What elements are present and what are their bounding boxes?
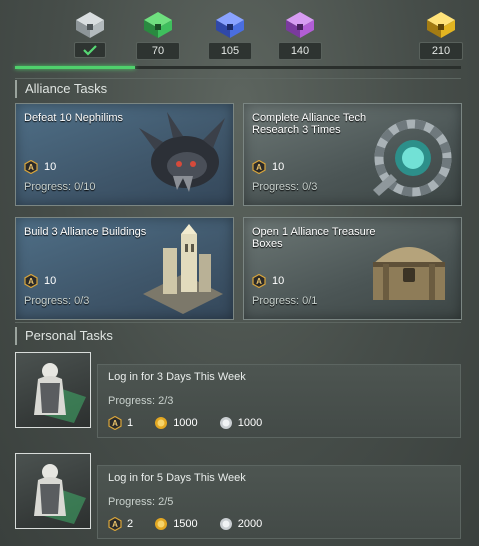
alliance-task-card-defeat-nephilims[interactable]: Defeat 10 Nephilims A 10 Progress: 0/10: [15, 103, 234, 206]
chest-icon: [427, 12, 455, 38]
alliance-point-icon: A: [252, 160, 266, 175]
milestone-progress-track: [15, 66, 461, 69]
task-reward: A 10: [252, 160, 285, 175]
alliance-task-card-build-buildings[interactable]: Build 3 Alliance Buildings A 10 Progress…: [15, 217, 234, 320]
task-reward: A 10: [24, 160, 57, 175]
task-reward-value: 10: [44, 161, 57, 173]
silver-coin-icon: [219, 416, 233, 430]
chest-icon: [216, 12, 244, 38]
personal-task-login-3-days[interactable]: Log in for 3 Days This Week Progress: 2/…: [15, 352, 461, 442]
personal-task-panel: Log in for 5 Days This Week Progress: 2/…: [97, 465, 461, 539]
svg-text:A: A: [28, 277, 34, 286]
milestone-chest-4[interactable]: 210: [411, 6, 471, 60]
chest-icon: [76, 12, 104, 38]
svg-text:A: A: [256, 163, 262, 172]
tech-gear-icon: [373, 119, 452, 197]
task-title: Log in for 5 Days This Week: [108, 472, 246, 484]
reward-value: 1000: [237, 417, 263, 429]
svg-text:A: A: [28, 163, 34, 172]
alliance-point-icon: A: [108, 517, 122, 532]
chest-icon: [286, 12, 314, 38]
section-divider: [15, 322, 461, 323]
task-reward: A 10: [24, 274, 57, 289]
task-title: Log in for 3 Days This Week: [108, 371, 246, 383]
commander-avatar-icon: [15, 352, 91, 428]
milestone-points-badge: 70: [136, 42, 180, 60]
task-rewards: A1 1000 1000: [108, 416, 280, 431]
task-rewards: A2 1500 2000: [108, 517, 280, 532]
milestone-claimed-badge: [74, 42, 106, 58]
alliance-point-icon: A: [24, 160, 38, 175]
personal-task-panel: Log in for 3 Days This Week Progress: 2/…: [97, 364, 461, 438]
reward-silver: 2000: [219, 517, 262, 531]
alliance-building-icon: [143, 224, 223, 314]
checkmark-icon: [83, 45, 97, 56]
reward-value: 2: [127, 518, 134, 530]
task-reward-value: 10: [44, 275, 57, 287]
milestone-points-badge: 140: [278, 42, 322, 60]
commander-avatar-icon: [15, 453, 91, 529]
personal-tasks-heading: Personal Tasks: [15, 327, 113, 345]
milestone-points-badge: 210: [419, 42, 463, 60]
gold-coin-icon: [154, 416, 168, 430]
alliance-point-icon: A: [24, 274, 38, 289]
reward-gold: 1000: [154, 416, 198, 430]
milestone-points-badge: 105: [208, 42, 252, 60]
svg-text:A: A: [112, 520, 118, 529]
task-reward: A 10: [252, 274, 285, 289]
svg-text:A: A: [256, 277, 262, 286]
silver-coin-icon: [219, 517, 233, 531]
reward-value: 1000: [173, 417, 198, 429]
milestone-chest-0[interactable]: [60, 6, 120, 62]
alliance-task-card-tech-research[interactable]: Complete Alliance Tech Research 3 Times …: [243, 103, 462, 206]
milestone-progress-fill: [15, 66, 136, 69]
task-progress: Progress: 0/3: [252, 181, 318, 193]
reward-gold: 1500: [154, 517, 198, 531]
milestone-chest-1[interactable]: 70: [128, 6, 188, 60]
task-progress: Progress: 2/5: [108, 496, 174, 508]
milestone-chest-3[interactable]: 140: [270, 6, 330, 60]
treasure-box-icon: [373, 247, 445, 300]
task-progress: Progress: 0/3: [24, 295, 90, 307]
svg-text:A: A: [112, 419, 118, 428]
reward-alliance-points: A1: [108, 416, 134, 431]
alliance-point-icon: A: [108, 416, 122, 431]
milestone-chest-2[interactable]: 105: [200, 6, 260, 60]
reward-silver: 1000: [219, 416, 262, 430]
task-progress: Progress: 0/10: [24, 181, 96, 193]
gold-coin-icon: [154, 517, 168, 531]
personal-task-login-5-days[interactable]: Log in for 5 Days This Week Progress: 2/…: [15, 453, 461, 543]
alliance-tasks-heading: Alliance Tasks: [15, 80, 107, 98]
task-progress: Progress: 2/3: [108, 395, 174, 407]
section-divider: [15, 78, 461, 79]
reward-value: 1: [127, 417, 134, 429]
task-reward-value: 10: [272, 275, 285, 287]
reward-value: 2000: [237, 518, 263, 530]
reward-value: 1500: [173, 518, 198, 530]
reward-alliance-points: A2: [108, 517, 134, 532]
chest-icon: [144, 12, 172, 38]
nephilim-monster-icon: [139, 112, 225, 192]
task-progress: Progress: 0/1: [252, 295, 318, 307]
alliance-point-icon: A: [252, 274, 266, 289]
task-reward-value: 10: [272, 161, 285, 173]
alliance-task-card-treasure-boxes[interactable]: Open 1 Alliance Treasure Boxes A 10 Prog…: [243, 217, 462, 320]
